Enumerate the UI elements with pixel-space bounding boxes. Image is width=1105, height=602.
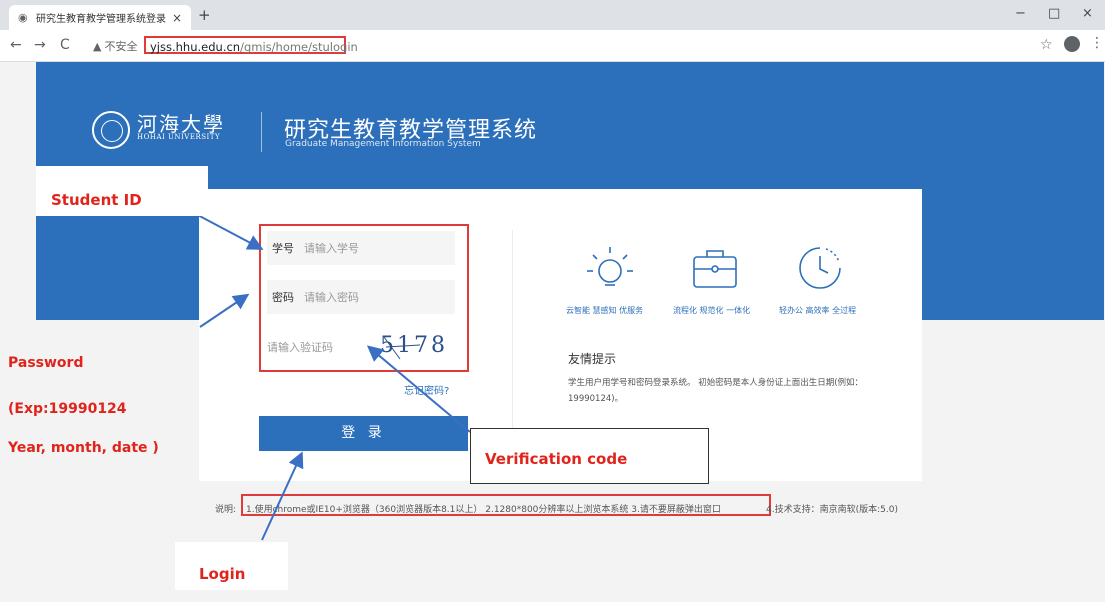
annotation-student-id: Student ID xyxy=(36,166,208,216)
login-arrow xyxy=(261,451,304,541)
annotation-password-example: (Exp:19990124 xyxy=(8,401,127,417)
annotation-verification: Verification code xyxy=(470,428,709,484)
annotation-password: Password xyxy=(8,355,84,371)
verification-arrow xyxy=(366,345,471,433)
annotation-arrows xyxy=(191,211,471,541)
annotation-verification-text: Verification code xyxy=(485,450,628,468)
annotation-login: Login xyxy=(175,542,288,590)
annotation-password-format: Year, month, date ) xyxy=(8,440,159,456)
password-arrow xyxy=(199,293,250,328)
annotation-student-id-text: Student ID xyxy=(51,191,142,209)
student-id-arrow xyxy=(191,211,264,250)
annotation-login-text: Login xyxy=(199,565,246,583)
